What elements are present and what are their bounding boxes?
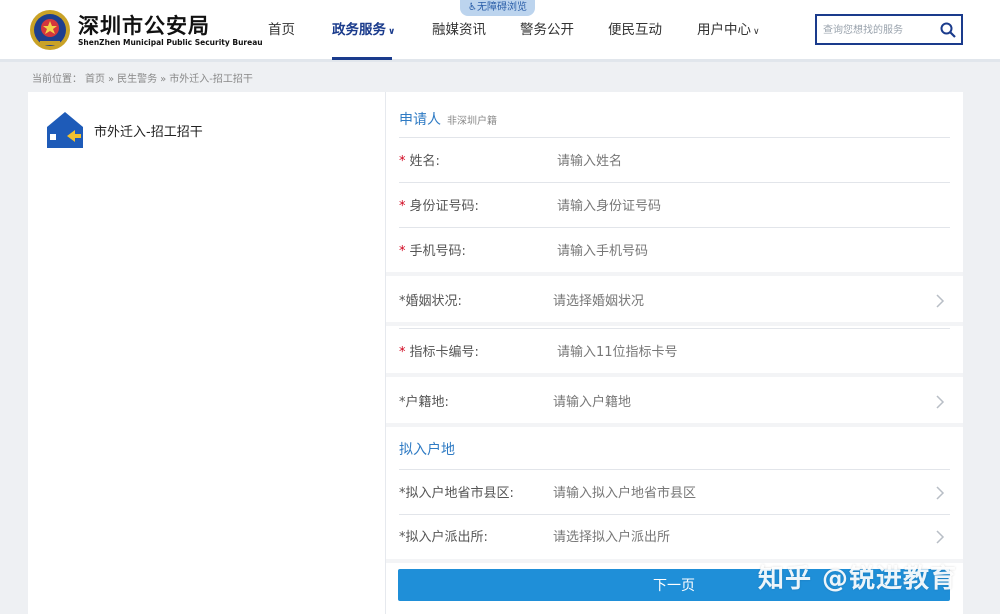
target-station-select[interactable]: 请选择拟入户派出所	[553, 526, 670, 545]
chevron-down-icon: ∨	[388, 27, 396, 37]
phone-label: * 手机号码:	[399, 240, 466, 259]
breadcrumb-livelihood[interactable]: 民生警务	[117, 74, 157, 85]
quota-card-label: * 指标卡编号:	[399, 341, 479, 360]
search-input[interactable]	[823, 21, 935, 39]
nav-label: 政务服务	[332, 22, 386, 38]
label-text: 姓名:	[409, 154, 440, 169]
required-mark: *	[399, 244, 406, 259]
police-emblem-icon	[30, 10, 70, 50]
marital-status-row[interactable]: *婚姻状况: 请选择婚姻状况	[386, 276, 963, 322]
breadcrumb-prefix: 当前位置：	[32, 74, 82, 85]
nav-label: 用户中心	[697, 22, 751, 38]
target-region-input[interactable]: 请输入拟入户地省市县区	[553, 482, 696, 501]
target-region-row[interactable]: *拟入户地省市县区: 请输入拟入户地省市县区	[386, 470, 963, 514]
required-mark: *	[399, 345, 406, 360]
section-separator	[386, 322, 963, 326]
name-row[interactable]: * 姓名: 请输入姓名	[386, 138, 963, 182]
breadcrumb-separator: »	[108, 74, 115, 85]
chevron-right-icon	[936, 294, 945, 308]
name-label: * 姓名:	[399, 150, 440, 169]
household-label: *户籍地:	[399, 395, 449, 410]
marital-status-select[interactable]: 请选择婚姻状况	[553, 290, 644, 309]
nav-label: 首页	[268, 22, 295, 38]
applicant-section-title: 申请人 非深圳户籍	[399, 109, 497, 129]
accessibility-badge[interactable]: ♿无障碍浏览	[460, 0, 535, 16]
search-box	[815, 14, 963, 45]
search-icon[interactable]	[939, 21, 957, 39]
nav-label: 融媒资讯	[432, 22, 486, 38]
section-title-text: 申请人	[399, 112, 441, 128]
site-header: 深圳市公安局 ShenZhen Municipal Public Securit…	[0, 0, 1000, 62]
chevron-right-icon	[936, 486, 945, 500]
required-mark: *	[399, 154, 406, 169]
house-move-icon	[47, 112, 83, 148]
required-mark: *	[399, 199, 406, 214]
service-name: 市外迁入-招工招干	[94, 125, 203, 140]
nav-item-gov-services[interactable]: 政务服务 ∨	[332, 18, 395, 38]
breadcrumb: 当前位置： 首页» 民生警务» 市外迁入-招工招干	[32, 70, 256, 85]
breadcrumb-separator: »	[160, 74, 167, 85]
accessibility-icon: ♿	[468, 2, 477, 13]
nav-item-public-interaction[interactable]: 便民互动	[608, 18, 662, 38]
phone-row[interactable]: * 手机号码: 请输入手机号码	[386, 228, 963, 272]
application-form: 申请人 非深圳户籍 * 姓名: 请输入姓名 * 身份证号码: 请输入身份证号码 * 手机…	[386, 92, 963, 614]
label-text: 身份证号码:	[409, 199, 479, 214]
id-number-label: * 身份证号码:	[399, 195, 479, 214]
section-separator	[386, 423, 963, 427]
nav-item-home[interactable]: 首页	[268, 18, 295, 38]
target-region-label: *拟入户地省市县区:	[399, 486, 514, 501]
quota-card-row[interactable]: * 指标卡编号: 请输入11位指标卡号	[386, 329, 963, 373]
target-section-title: 拟入户地	[399, 442, 455, 458]
marital-status-label: *婚姻状况:	[399, 294, 462, 309]
site-logo[interactable]: 深圳市公安局 ShenZhen Municipal Public Securit…	[28, 8, 263, 54]
breadcrumb-home[interactable]: 首页	[85, 74, 105, 85]
household-row[interactable]: *户籍地: 请输入户籍地	[386, 377, 963, 423]
chevron-right-icon	[936, 530, 945, 544]
main-card: 市外迁入-招工招干 申请人 非深圳户籍 * 姓名: 请输入姓名 * 身份证号码: 请输…	[28, 92, 963, 614]
applicant-subtitle: 非深圳户籍	[447, 116, 497, 127]
name-input[interactable]: 请输入姓名	[557, 150, 622, 169]
nav-item-user-center[interactable]: 用户中心 ∨	[697, 18, 760, 38]
label-text: 指标卡编号:	[409, 345, 479, 360]
id-number-input[interactable]: 请输入身份证号码	[557, 195, 661, 214]
nav-active-indicator	[332, 57, 392, 60]
nav-item-media-news[interactable]: 融媒资讯	[432, 18, 486, 38]
chevron-down-icon: ∨	[753, 27, 760, 37]
target-station-label: *拟入户派出所:	[399, 530, 488, 545]
quota-card-input[interactable]: 请输入11位指标卡号	[557, 341, 678, 360]
household-input[interactable]: 请输入户籍地	[553, 391, 631, 410]
nav-item-police-affairs[interactable]: 警务公开	[520, 18, 574, 38]
nav-label: 便民互动	[608, 22, 662, 38]
breadcrumb-current: 市外迁入-招工招干	[169, 74, 253, 85]
target-station-row[interactable]: *拟入户派出所: 请选择拟入户派出所	[386, 515, 963, 559]
site-title: 深圳市公安局	[78, 14, 210, 38]
service-panel: 市外迁入-招工招干	[28, 92, 386, 614]
phone-input[interactable]: 请输入手机号码	[557, 240, 648, 259]
nav-label: 警务公开	[520, 22, 574, 38]
watermark: 知乎 @锐进教育	[758, 564, 958, 594]
chevron-right-icon	[936, 395, 945, 409]
site-subtitle: ShenZhen Municipal Public Security Burea…	[78, 38, 263, 47]
label-text: 手机号码:	[409, 244, 466, 259]
id-number-row[interactable]: * 身份证号码: 请输入身份证号码	[386, 183, 963, 227]
accessibility-label: 无障碍浏览	[476, 2, 527, 13]
